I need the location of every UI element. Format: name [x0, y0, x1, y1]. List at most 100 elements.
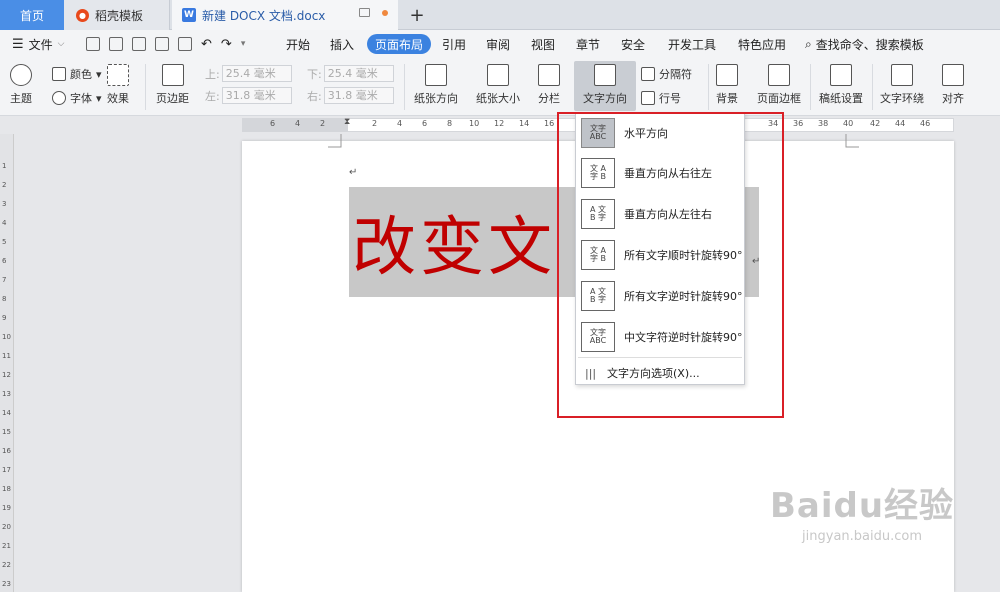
menu-item-options[interactable]: ||| 文字方向选项(X)...	[576, 362, 744, 384]
ruler-tick-label: 8	[447, 119, 453, 128]
daoke-logo-icon: ●	[76, 8, 89, 22]
align-button[interactable]: 对齐	[942, 64, 964, 106]
save-icon[interactable]	[109, 37, 123, 51]
font-scheme-button[interactable]: 字体 ▾	[52, 90, 102, 106]
margin-top-input[interactable]: 25.4 毫米	[221, 65, 292, 82]
print-icon[interactable]	[155, 37, 169, 51]
paper-size-icon	[487, 64, 509, 86]
open-icon[interactable]	[86, 37, 100, 51]
theme-button[interactable]: 主题	[10, 64, 32, 106]
ruler-tick-label: 7	[2, 276, 7, 284]
menu-divider	[578, 357, 742, 358]
menu-item-cjk-rotate[interactable]: 文字 ABC 中文字符逆时针旋转90°	[576, 318, 744, 356]
ruler-tick-label: 10	[469, 119, 480, 128]
tab-document[interactable]: W 新建 DOCX 文档.docx	[172, 0, 398, 30]
menu-item-label: 所有文字逆时针旋转90°	[624, 290, 743, 303]
paragraph-mark-icon: ↵	[349, 167, 358, 178]
tab-chapter[interactable]: 章节	[576, 34, 600, 54]
menu-item-vertical-ltr[interactable]: A 文B 字 垂直方向从左往右	[576, 195, 744, 233]
margin-bottom-field[interactable]: 下: 25.4 毫米	[307, 65, 394, 82]
ruler-tick-label: 42	[870, 119, 881, 128]
effect-button[interactable]: 效果	[107, 64, 129, 106]
tab-references[interactable]: 引用	[442, 34, 466, 54]
format-painter-icon[interactable]	[132, 37, 146, 51]
wps-writer-icon: W	[182, 8, 196, 22]
tab-review[interactable]: 审阅	[486, 34, 510, 54]
ruler-tick-label: 4	[2, 219, 7, 227]
align-icon	[942, 64, 964, 86]
margin-button[interactable]: 页边距	[156, 64, 189, 106]
margin-right-input[interactable]: 31.8 毫米	[323, 87, 394, 104]
document-big-text[interactable]: 改变文字方向	[352, 196, 550, 288]
background-button[interactable]: 背景	[716, 64, 738, 106]
new-tab-button[interactable]: +	[406, 0, 428, 30]
tab-security[interactable]: 安全	[621, 34, 645, 54]
page-border-icon	[768, 64, 790, 86]
monitor-icon[interactable]	[359, 8, 370, 17]
menu-item-rotate-ccw[interactable]: A 文B 字 所有文字逆时针旋转90°	[576, 277, 744, 315]
ruler-tick-label: 16	[2, 447, 11, 455]
ruler-tick-label: 9	[2, 314, 7, 322]
ruler-tick-label: 46	[920, 119, 931, 128]
margin-top-field[interactable]: 上: 25.4 毫米	[205, 65, 292, 82]
tab-start[interactable]: 开始	[286, 34, 310, 54]
line-number-button[interactable]: 行号	[641, 90, 681, 106]
color-button[interactable]: 颜色 ▾	[52, 66, 102, 82]
tab-insert[interactable]: 插入	[330, 34, 354, 54]
font-scheme-icon	[52, 91, 66, 105]
columns-icon	[538, 64, 560, 86]
vertical-ltr-icon: A 文B 字	[581, 199, 615, 229]
tab-home[interactable]: 首页	[0, 0, 64, 30]
more-icon[interactable]: ▾	[241, 39, 246, 49]
orientation-icon	[425, 64, 447, 86]
columns-button[interactable]: 分栏	[538, 64, 560, 106]
separator-icon	[641, 67, 655, 81]
vertical-ruler[interactable]: 1 2 3 4 5 6 7 8 9 10 11 12 13 14 15 16 1…	[0, 134, 14, 592]
menu-item-vertical-rtl[interactable]: 文 A字 B 垂直方向从右往左	[576, 154, 744, 192]
undo-icon[interactable]: ↶	[201, 37, 212, 52]
ruler-tick-label: 8	[2, 295, 7, 303]
margin-corner-mark	[328, 134, 342, 148]
margin-left-input[interactable]: 31.8 毫米	[221, 87, 292, 104]
margin-left-field[interactable]: 左: 31.8 毫米	[205, 87, 292, 104]
palette-icon	[10, 64, 32, 86]
menu-item-rotate-cw[interactable]: 文 A字 B 所有文字顺时针旋转90°	[576, 236, 744, 274]
tab-view[interactable]: 视图	[531, 34, 555, 54]
separator-button[interactable]: 分隔符	[641, 66, 692, 82]
tab-home-label: 首页	[19, 8, 44, 23]
redo-icon[interactable]: ↷	[221, 37, 232, 52]
file-menu[interactable]: ☰ 文件 ⌵	[12, 34, 65, 54]
tab-developer[interactable]: 开发工具	[668, 34, 716, 54]
paper-size-button[interactable]: 纸张大小	[476, 64, 520, 106]
page-border-button[interactable]: 页面边框	[757, 64, 801, 106]
menu-item-label: 所有文字顺时针旋转90°	[624, 249, 743, 262]
indent-marker-icon[interactable]: ⧗	[344, 117, 350, 127]
tab-bar: 首页 ● 稻壳模板 W 新建 DOCX 文档.docx +	[0, 0, 1000, 30]
command-search[interactable]: ⌕ 查找命令、搜索模板	[805, 34, 924, 54]
horizontal-text-icon: 文字 ABC	[581, 118, 615, 148]
paper-settings-button[interactable]: 稿纸设置	[819, 64, 863, 106]
command-search-label: 查找命令、搜索模板	[815, 37, 924, 52]
background-icon	[716, 64, 738, 86]
tab-daoke-template[interactable]: ● 稻壳模板	[64, 0, 170, 30]
print-preview-icon[interactable]	[178, 37, 192, 51]
paper-size-label: 纸张大小	[476, 92, 520, 105]
menu-item-label: 水平方向	[624, 127, 668, 140]
horizontal-ruler[interactable]: 6 4 2 2 4 6 8 10 12 14 16 34 36 38 40 42…	[0, 116, 1000, 134]
ruler-tick-label: 17	[2, 466, 11, 474]
tab-special[interactable]: 特色应用	[738, 34, 786, 54]
ruler-tick-label: 34	[768, 119, 779, 128]
margin-bottom-input[interactable]: 25.4 毫米	[323, 65, 394, 82]
menu-item-horizontal[interactable]: 文字 ABC 水平方向	[576, 114, 744, 152]
ruler-tick-label: 12	[494, 119, 505, 128]
margin-label: 页边距	[156, 92, 189, 105]
orientation-button[interactable]: 纸张方向	[414, 64, 458, 106]
ruler-tick-label: 36	[793, 119, 804, 128]
watermark-url: jingyan.baidu.com	[802, 529, 923, 544]
margin-right-field[interactable]: 右: 31.8 毫米	[307, 87, 394, 104]
tab-page-layout[interactable]: 页面布局	[367, 34, 432, 54]
margin-icon	[161, 64, 184, 86]
effect-label: 效果	[107, 92, 129, 105]
text-direction-button[interactable]: 文字方向	[574, 61, 636, 111]
text-wrap-button[interactable]: 文字环绕	[880, 64, 924, 106]
